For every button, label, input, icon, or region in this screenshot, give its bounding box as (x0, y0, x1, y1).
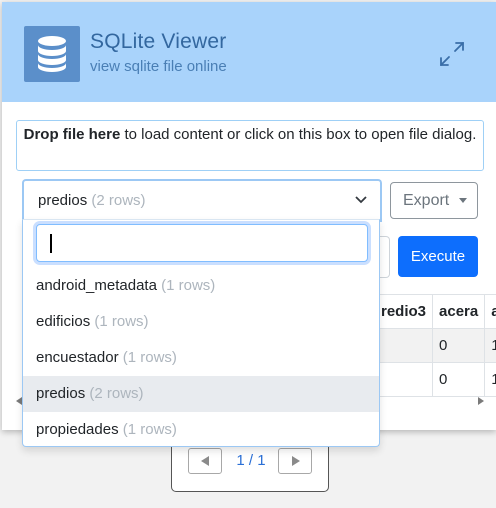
results-table: redio3 acera a 0 1 0 1 (373, 294, 496, 397)
option-name: encuestador (36, 349, 119, 366)
option-rows: (1 rows) (122, 349, 177, 366)
option-encuestador[interactable]: encuestador (1 rows) (23, 340, 379, 376)
option-android-metadata[interactable]: android_metadata (1 rows) (23, 268, 379, 304)
export-label: Export (403, 191, 450, 209)
selected-table-rows: (2 rows) (91, 192, 146, 209)
selected-table-name: predios (38, 192, 88, 209)
table-cell (373, 328, 434, 363)
export-button[interactable]: Export (390, 182, 478, 219)
option-propiedades[interactable]: propiedades (1 rows) (23, 412, 379, 448)
column-header[interactable]: a (484, 294, 496, 329)
table-select-value: predios (2 rows) (38, 192, 146, 209)
option-rows: (1 rows) (122, 421, 177, 438)
text-cursor (50, 234, 52, 253)
option-edificios[interactable]: edificios (1 rows) (23, 304, 379, 340)
execute-button[interactable]: Execute (398, 236, 478, 277)
table-cell: 1 (484, 328, 496, 363)
expand-arrows-icon[interactable] (438, 40, 466, 68)
table-cell: 0 (432, 328, 486, 363)
column-header[interactable]: acera (432, 294, 486, 329)
option-rows: (1 rows) (161, 277, 216, 294)
option-predios[interactable]: predios (2 rows) (23, 376, 379, 412)
app-header: SQLite Viewer view sqlite file online (2, 2, 496, 102)
table-cell: 1 (484, 362, 496, 397)
option-rows: (1 rows) (94, 313, 149, 330)
file-drop-zone[interactable]: Drop file here to load content or click … (16, 120, 484, 171)
option-name: android_metadata (36, 277, 157, 294)
column-header[interactable]: redio3 (373, 294, 434, 329)
page-indicator: 1 / 1 (236, 452, 266, 469)
database-icon (24, 26, 80, 82)
option-rows: (2 rows) (89, 385, 144, 402)
app-title: SQLite Viewer (90, 30, 227, 53)
table-cell (373, 362, 434, 397)
table-select[interactable]: predios (2 rows) (22, 179, 382, 222)
prev-page-button[interactable] (188, 448, 222, 474)
table-cell: 0 (432, 362, 486, 397)
table-search-input[interactable] (36, 224, 368, 262)
option-name: edificios (36, 313, 91, 330)
table-row: 0 1 (373, 328, 496, 363)
chevron-down-icon (355, 196, 367, 204)
table-header-row: redio3 acera a (373, 294, 496, 329)
next-page-button[interactable] (278, 448, 312, 474)
arrow-right-icon (292, 456, 300, 466)
scroll-right-icon[interactable] (478, 397, 484, 405)
drop-zone-bold: Drop file here (23, 126, 121, 143)
table-options-list: android_metadata (1 rows) edificios (1 r… (23, 268, 379, 448)
drop-zone-text: to load content or click on this box to … (120, 126, 477, 143)
option-name: predios (36, 385, 86, 402)
caret-down-icon (459, 198, 468, 203)
option-name: propiedades (36, 421, 119, 438)
app-subtitle: view sqlite file online (90, 58, 227, 75)
table-select-dropdown: android_metadata (1 rows) edificios (1 r… (22, 219, 380, 447)
arrow-left-icon (201, 456, 209, 466)
table-row: 0 1 (373, 362, 496, 397)
